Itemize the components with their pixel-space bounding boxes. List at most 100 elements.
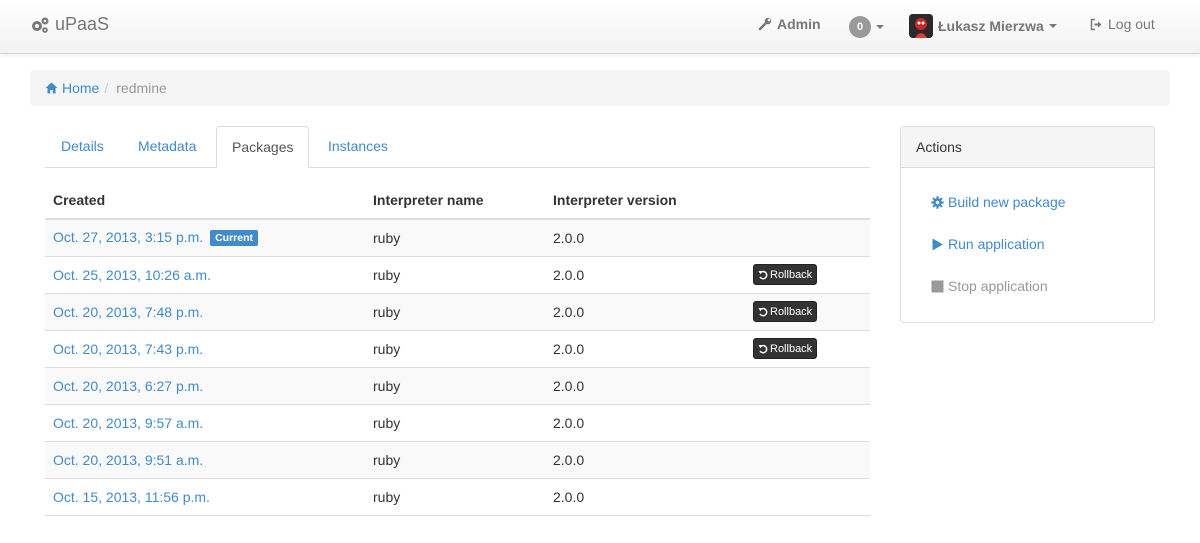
created-cell: Oct. 15, 2013, 11:56 p.m. bbox=[45, 478, 365, 516]
actions-panel: Actions Build new package Run applicatio… bbox=[900, 126, 1155, 323]
gear-icon bbox=[931, 195, 944, 209]
build-package-label: Build new package bbox=[948, 194, 1066, 210]
interpreter-version-cell: 2.0.0 bbox=[545, 330, 745, 368]
interpreter-name-cell: ruby bbox=[365, 256, 545, 294]
user-name: Łukasz Mierzwa bbox=[938, 18, 1044, 34]
tab-metadata[interactable]: Metadata bbox=[123, 126, 211, 168]
package-link[interactable]: Oct. 20, 2013, 7:43 p.m. bbox=[53, 341, 203, 357]
actions-cell bbox=[745, 404, 870, 442]
table-row: Oct. 20, 2013, 9:51 a.m. ruby 2.0.0 bbox=[45, 441, 870, 479]
rollback-button[interactable]: Rollback bbox=[753, 264, 818, 285]
stop-application-label: Stop application bbox=[948, 278, 1048, 294]
rollback-button[interactable]: Rollback bbox=[753, 301, 818, 322]
interpreter-name-cell: ruby bbox=[365, 367, 545, 405]
current-badge: Current bbox=[210, 230, 259, 247]
table-row: Oct. 20, 2013, 7:48 p.m. ruby 2.0.0 Roll… bbox=[45, 293, 870, 331]
column-header-interpreter-version: Interpreter version bbox=[545, 182, 745, 220]
run-application-link[interactable]: Run application bbox=[931, 236, 1045, 252]
package-link[interactable]: Oct. 20, 2013, 9:57 a.m. bbox=[53, 415, 203, 431]
run-application-label: Run application bbox=[948, 236, 1045, 252]
breadcrumb-home-label: Home bbox=[62, 80, 100, 96]
created-cell: Oct. 20, 2013, 6:27 p.m. bbox=[45, 367, 365, 405]
undo-icon bbox=[758, 270, 768, 279]
breadcrumb-home-link[interactable]: Home bbox=[45, 80, 99, 96]
logout-icon bbox=[1090, 18, 1102, 30]
created-cell: Oct. 20, 2013, 9:57 a.m. bbox=[45, 404, 365, 442]
avatar bbox=[909, 14, 933, 38]
stop-icon bbox=[931, 280, 944, 292]
created-cell: Oct. 20, 2013, 7:48 p.m. bbox=[45, 293, 365, 331]
interpreter-name-cell: ruby bbox=[365, 404, 545, 442]
package-link[interactable]: Oct. 20, 2013, 9:51 a.m. bbox=[53, 452, 203, 468]
table-header-row: Created Interpreter name Interpreter ver… bbox=[45, 182, 870, 220]
actions-cell bbox=[745, 478, 870, 516]
brand-name: uPaaS bbox=[55, 14, 110, 34]
rollback-label: Rollback bbox=[770, 305, 813, 318]
breadcrumb-separator: / bbox=[104, 80, 109, 96]
interpreter-name-cell: ruby bbox=[365, 219, 545, 257]
breadcrumb: Home / redmine bbox=[30, 70, 1170, 106]
interpreter-name-cell: ruby bbox=[365, 330, 545, 368]
stop-application-link: Stop application bbox=[931, 278, 1048, 294]
created-cell: Oct. 25, 2013, 10:26 a.m. bbox=[45, 256, 365, 294]
notifications-dropdown[interactable]: 0 bbox=[849, 16, 884, 38]
interpreter-version-cell: 2.0.0 bbox=[545, 256, 745, 294]
created-cell: Oct. 20, 2013, 9:51 a.m. bbox=[45, 441, 365, 479]
logout-label: Log out bbox=[1108, 16, 1155, 32]
column-header-interpreter-name: Interpreter name bbox=[365, 182, 545, 220]
table-row: Oct. 20, 2013, 6:27 p.m. ruby 2.0.0 bbox=[45, 367, 870, 405]
brand-link[interactable]: uPaaS bbox=[30, 14, 109, 35]
tab-instances[interactable]: Instances bbox=[313, 126, 403, 168]
table-row: Oct. 15, 2013, 11:56 p.m. ruby 2.0.0 bbox=[45, 478, 870, 516]
interpreter-version-cell: 2.0.0 bbox=[545, 404, 745, 442]
chevron-down-icon bbox=[1048, 24, 1057, 28]
actions-panel-title: Actions bbox=[901, 127, 1154, 168]
interpreter-version-cell: 2.0.0 bbox=[545, 367, 745, 405]
package-link[interactable]: Oct. 20, 2013, 7:48 p.m. bbox=[53, 304, 203, 320]
rollback-label: Rollback bbox=[770, 342, 813, 355]
build-package-link[interactable]: Build new package bbox=[931, 194, 1066, 210]
cogs-icon bbox=[32, 17, 49, 33]
interpreter-version-cell: 2.0.0 bbox=[545, 219, 745, 257]
user-menu-dropdown[interactable]: Łukasz Mierzwa bbox=[909, 14, 1057, 38]
column-header-actions bbox=[745, 182, 870, 220]
actions-cell: Rollback bbox=[745, 256, 870, 294]
top-navbar: uPaaS Admin 0 Łukasz Mierzwa Log out bbox=[0, 0, 1200, 54]
actions-cell: Rollback bbox=[745, 330, 870, 368]
admin-label: Admin bbox=[777, 16, 821, 32]
interpreter-name-cell: ruby bbox=[365, 441, 545, 479]
wrench-icon bbox=[758, 17, 772, 31]
undo-icon bbox=[758, 307, 768, 316]
rollback-button[interactable]: Rollback bbox=[753, 338, 818, 359]
interpreter-version-cell: 2.0.0 bbox=[545, 441, 745, 479]
undo-icon bbox=[758, 344, 768, 353]
interpreter-name-cell: ruby bbox=[365, 478, 545, 516]
actions-cell bbox=[745, 441, 870, 479]
actions-cell bbox=[745, 367, 870, 405]
package-link[interactable]: Oct. 25, 2013, 10:26 a.m. bbox=[53, 267, 211, 283]
interpreter-name-cell: ruby bbox=[365, 293, 545, 331]
chevron-down-icon bbox=[876, 25, 884, 29]
tab-details[interactable]: Details bbox=[46, 126, 119, 168]
breadcrumb-current: redmine bbox=[116, 80, 167, 96]
admin-link[interactable]: Admin bbox=[758, 16, 821, 32]
interpreter-version-cell: 2.0.0 bbox=[545, 293, 745, 331]
created-cell: Oct. 27, 2013, 3:15 p.m. Current bbox=[45, 219, 365, 257]
actions-cell: Rollback bbox=[745, 293, 870, 331]
actions-cell bbox=[745, 219, 870, 257]
home-icon bbox=[45, 82, 58, 94]
table-row: Oct. 20, 2013, 7:43 p.m. ruby 2.0.0 Roll… bbox=[45, 330, 870, 368]
interpreter-version-cell: 2.0.0 bbox=[545, 478, 745, 516]
package-link[interactable]: Oct. 20, 2013, 6:27 p.m. bbox=[53, 378, 203, 394]
package-link[interactable]: Oct. 15, 2013, 11:56 p.m. bbox=[53, 489, 210, 505]
tab-packages[interactable]: Packages bbox=[216, 126, 310, 168]
notifications-badge: 0 bbox=[849, 16, 871, 38]
logout-link[interactable]: Log out bbox=[1090, 16, 1155, 32]
table-row: Oct. 27, 2013, 3:15 p.m. Current ruby 2.… bbox=[45, 219, 870, 257]
table-row: Oct. 25, 2013, 10:26 a.m. ruby 2.0.0 Rol… bbox=[45, 256, 870, 294]
packages-table: Created Interpreter name Interpreter ver… bbox=[45, 182, 870, 516]
rollback-label: Rollback bbox=[770, 268, 813, 281]
created-cell: Oct. 20, 2013, 7:43 p.m. bbox=[45, 330, 365, 368]
column-header-created: Created bbox=[45, 182, 365, 220]
package-link[interactable]: Oct. 27, 2013, 3:15 p.m. bbox=[53, 229, 203, 245]
